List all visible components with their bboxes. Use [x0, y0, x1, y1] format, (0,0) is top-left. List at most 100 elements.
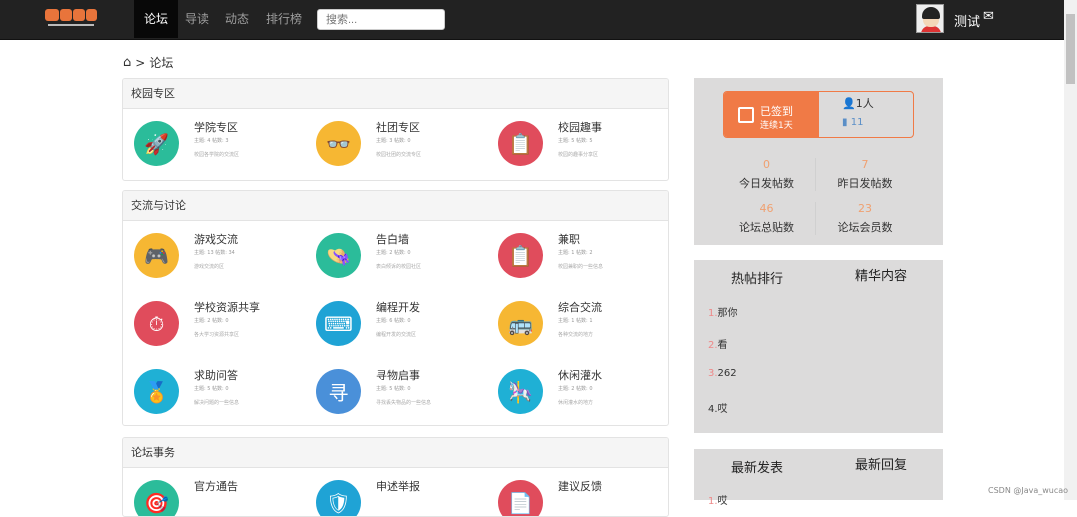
forum-board[interactable]: 🎮 游戏交流 主题: 13 帖数: 34 游戏交流的区 — [123, 233, 305, 293]
hat-icon[interactable]: 👒 — [316, 233, 361, 278]
stat-label: 昨日发帖数 — [837, 177, 893, 190]
gamepad-icon[interactable]: 🎮 — [134, 233, 179, 278]
post-title[interactable]: 那你 — [718, 308, 738, 319]
tab-latest[interactable]: 最新发表 — [731, 457, 783, 476]
signin-streak: 连续1天 — [760, 121, 793, 131]
forum-board[interactable]: 🚌 综合交流 主题: 1 帖数: 1 各种交流的地方 — [487, 299, 668, 361]
board-meta: 主题: 1 帖数: 1 — [558, 318, 593, 324]
tab-hot[interactable]: 热帖排行 — [731, 268, 783, 287]
hot-posts-box: 热帖排行 精华内容 1.那你 2.看 3.262 4.哎 — [694, 260, 943, 433]
board-meta: 主题: 5 帖数: 0 — [194, 386, 229, 392]
board-name[interactable]: 游戏交流 — [194, 231, 238, 247]
post-rank: 4. — [708, 404, 718, 415]
signin-count: ▮ 11 — [842, 117, 864, 128]
nav-ranking[interactable]: 排行榜 — [256, 0, 312, 38]
shield-icon[interactable]: 🛡 — [316, 480, 361, 516]
board-meta: 主题: 2 帖数: 0 — [376, 250, 411, 256]
forum-board[interactable]: 📄 建议反馈 — [487, 478, 668, 516]
stat-value: 23 — [858, 202, 872, 215]
board-desc: 编程开发的交流区 — [376, 332, 417, 338]
tab-latest-replies[interactable]: 最新回复 — [855, 454, 907, 473]
search-input[interactable] — [317, 9, 445, 30]
board-name[interactable]: 综合交流 — [558, 299, 602, 315]
post-rank: 1. — [708, 496, 718, 507]
post-link[interactable]: 2.看 — [708, 336, 728, 351]
section-title: 论坛事务 — [123, 438, 668, 468]
post-link[interactable]: 1.那你 — [708, 304, 738, 319]
nav-forum[interactable]: 论坛 — [134, 0, 179, 38]
rocket-icon[interactable]: 🚀 — [134, 121, 179, 166]
board-name[interactable]: 申述举报 — [376, 478, 420, 494]
board-name[interactable]: 求助问答 — [194, 367, 238, 383]
forum-board[interactable]: 👒 告白墙 主题: 2 帖数: 0 表白倾诉的校园社区 — [305, 233, 487, 293]
target-icon[interactable]: 🎯 — [134, 480, 179, 516]
board-name[interactable]: 官方通告 — [194, 478, 238, 494]
nav-guide[interactable]: 导读 — [175, 0, 219, 38]
forum-board[interactable]: ⌨ 编程开发 主题: 6 帖数: 0 编程开发的交流区 — [305, 301, 487, 361]
stopwatch-icon[interactable]: ⏱ — [134, 301, 179, 346]
nav-activity[interactable]: 动态 — [215, 0, 259, 38]
board-name[interactable]: 学校资源共享 — [194, 299, 260, 315]
post-title[interactable]: 262 — [718, 368, 737, 379]
forum-board[interactable]: 👓 社团专区 主题: 3 帖数: 0 校园社团的交流专区 — [305, 119, 487, 180]
board-name[interactable]: 寻物启事 — [376, 367, 420, 383]
stat-item: 46 论坛总贴数 — [718, 202, 816, 235]
board-name[interactable]: 建议反馈 — [558, 478, 602, 494]
latest-posts-box: 最新发表 最新回复 1.哎 — [694, 449, 943, 507]
board-desc: 校园社团的交流专区 — [376, 152, 422, 158]
forum-board[interactable]: 🎠 休闲灌水 主题: 2 帖数: 0 休闲灌水的地方 — [487, 367, 668, 425]
board-desc: 解决问题的一些信息 — [194, 400, 240, 406]
post-title[interactable]: 哎 — [718, 404, 728, 415]
forum-board[interactable]: ⏱ 学校资源共享 主题: 2 帖数: 0 各大学习资源共享区 — [123, 301, 305, 361]
section-title: 校园专区 — [123, 79, 668, 109]
post-title[interactable]: 哎 — [718, 496, 728, 507]
post-link[interactable]: 3.262 — [708, 368, 737, 379]
board-desc: 各大学习资源共享区 — [194, 332, 240, 338]
forum-board[interactable]: 🎯 官方通告 — [123, 478, 305, 516]
mail-icon[interactable]: ✉ — [983, 9, 994, 24]
board-meta: 主题: 13 帖数: 34 — [194, 250, 235, 256]
scrollbar[interactable] — [1064, 0, 1077, 500]
medal-icon[interactable]: 🏅 — [134, 369, 179, 414]
board-name[interactable]: 休闲灌水 — [558, 367, 602, 383]
forum-board[interactable]: 🏅 求助问答 主题: 5 帖数: 0 解决问题的一些信息 — [123, 367, 305, 425]
board-name[interactable]: 告白墙 — [376, 231, 409, 247]
signin-button[interactable]: 已签到 连续1天 — [724, 92, 819, 137]
signin-users: 👤1人 — [842, 97, 874, 110]
board-name[interactable]: 学院专区 — [194, 119, 238, 135]
tab-featured[interactable]: 精华内容 — [855, 265, 907, 284]
board-desc: 表白倾诉的校园社区 — [376, 264, 422, 270]
bus-icon[interactable]: 🚌 — [498, 301, 543, 346]
mobile-icon[interactable]: 🎠 — [498, 369, 543, 414]
lost-found-icon[interactable]: 寻 — [316, 369, 361, 414]
board-desc: 各种交流的地方 — [558, 332, 594, 338]
avatar[interactable] — [916, 4, 944, 33]
post-link[interactable]: 4.哎 — [708, 400, 728, 415]
board-name[interactable]: 社团专区 — [376, 119, 420, 135]
board-meta: 主题: 3 帖数: 0 — [376, 138, 411, 144]
forum-board[interactable]: 🚀 学院专区 主题: 4 帖数: 3 校园各学院的交流区 — [123, 119, 305, 180]
board-name[interactable]: 编程开发 — [376, 299, 420, 315]
post-rank: 3. — [708, 368, 718, 379]
board-meta: 主题: 6 帖数: 0 — [376, 318, 411, 324]
keyboard-icon[interactable]: ⌨ — [316, 301, 361, 346]
breadcrumb: ⌂ > 论坛 — [123, 55, 174, 70]
glasses-icon[interactable]: 👓 — [316, 121, 361, 166]
stat-item: 23 论坛会员数 — [816, 202, 914, 235]
board-name[interactable]: 兼职 — [558, 231, 580, 247]
section-title: 交流与讨论 — [123, 191, 668, 221]
forum-board[interactable]: 📋 校园趣事 主题: 5 帖数: 5 校园的趣事分享区 — [487, 119, 668, 180]
checklist-icon[interactable]: 📋 — [498, 121, 543, 166]
board-name[interactable]: 校园趣事 — [558, 119, 602, 135]
forum-board[interactable]: 寻 寻物启事 主题: 5 帖数: 0 寻找丢失物品的一些信息 — [305, 367, 487, 425]
post-title[interactable]: 看 — [718, 340, 728, 351]
forum-board[interactable]: 📋 兼职 主题: 1 帖数: 2 校园兼职的一些信息 — [487, 231, 668, 293]
home-icon[interactable]: ⌂ — [123, 55, 131, 70]
document-icon[interactable]: 📄 — [498, 480, 543, 516]
stat-value: 7 — [861, 158, 869, 171]
clipboard-icon[interactable]: 📋 — [498, 233, 543, 278]
board-desc: 寻找丢失物品的一些信息 — [376, 400, 432, 406]
username[interactable]: 测试 — [954, 11, 980, 30]
site-logo[interactable] — [45, 9, 97, 29]
forum-board[interactable]: 🛡 申述举报 — [305, 478, 487, 516]
